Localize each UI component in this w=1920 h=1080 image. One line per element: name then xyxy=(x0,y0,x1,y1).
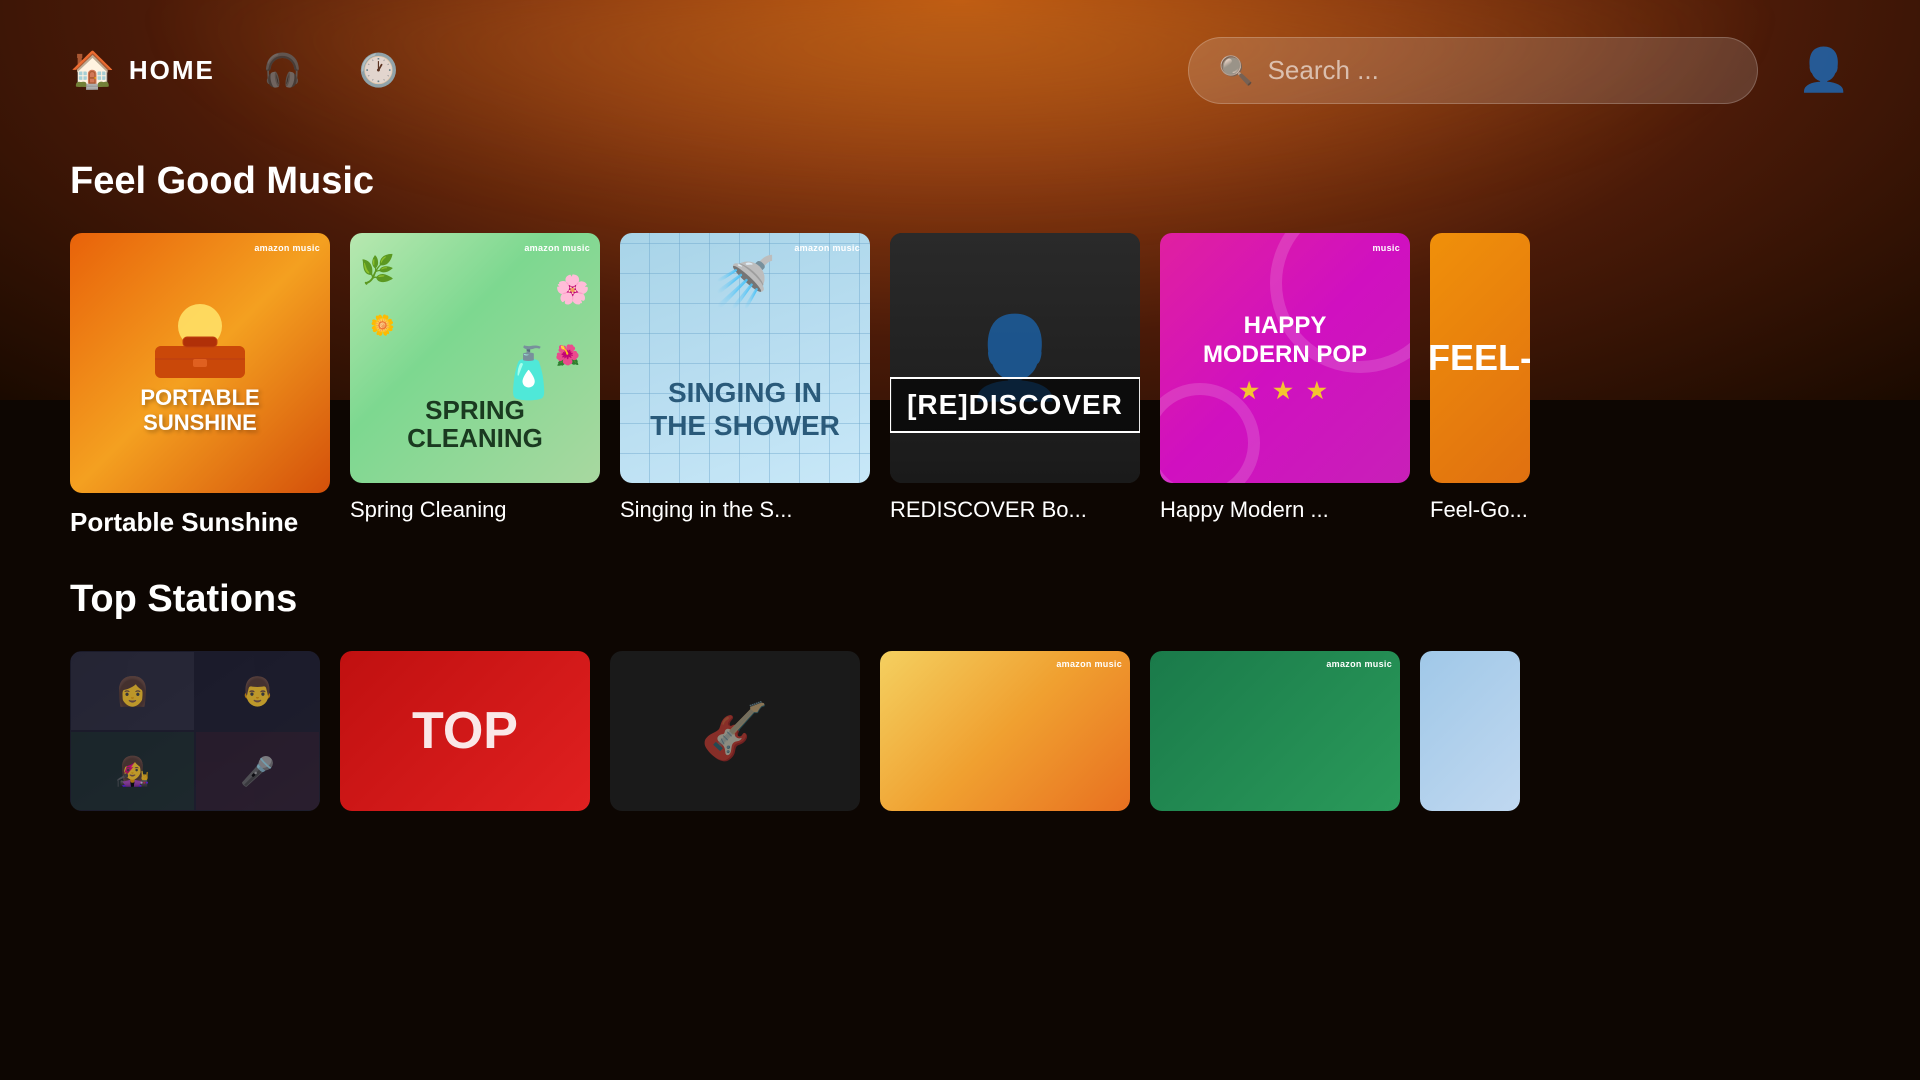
history-icon[interactable]: 🕐 xyxy=(351,43,407,97)
search-placeholder: Search ... xyxy=(1268,55,1379,86)
top-station-text: ToP xyxy=(412,701,518,761)
portable-sunshine-art xyxy=(135,291,265,381)
green-artwork: amazon music xyxy=(1150,651,1400,811)
card-image-singing-shower: amazon music 🚿 SINGING IN THE SHOWER xyxy=(620,233,870,483)
card-title-portable-sunshine: Portable Sunshine xyxy=(70,507,330,538)
station-image-warm: amazon music xyxy=(880,651,1130,811)
station-image-artist-collage: 👩 👨 👩‍🎤 🎤 xyxy=(70,651,320,811)
collage-cell-1: 👩 xyxy=(70,651,195,731)
card-spring-cleaning[interactable]: amazon music 🌿 🌸 🌼 🌺 🧴 SPRING CLEANING xyxy=(350,233,600,538)
happy-pop-text: HAPPY MODERN POP ★ ★ ★ xyxy=(1203,312,1367,404)
badge-portable-sunshine: amazon music xyxy=(254,243,320,255)
card-image-spring-cleaning: amazon music 🌿 🌸 🌼 🌺 🧴 SPRING CLEANING xyxy=(350,233,600,483)
profile-icon[interactable]: 👤 xyxy=(1798,46,1850,95)
collage-grid: 👩 👨 👩‍🎤 🎤 xyxy=(70,651,320,811)
card-feel-good-country[interactable]: FEEL- Feel-Go... xyxy=(1430,233,1530,538)
card-rediscover[interactable]: amazon music 👤 [RE]DISCOVER REDISCOVER B… xyxy=(890,233,1140,538)
station-card-dark-artist[interactable]: 🎸 xyxy=(610,651,860,811)
card-title-rediscover: REDISCOVER Bo... xyxy=(890,497,1140,523)
flower-3: 🌼 xyxy=(370,313,395,338)
card-portable-sunshine[interactable]: amazon music xyxy=(70,233,330,538)
flower-1: 🌿 xyxy=(360,253,395,286)
card-image-happy-pop: music HAPPY MODERN POP ★ ★ ★ xyxy=(1160,233,1410,483)
collage-cell-3: 👩‍🎤 xyxy=(70,731,195,811)
card-singing-shower[interactable]: amazon music 🚿 SINGING IN THE SHOWER Sin… xyxy=(620,233,870,538)
collage-cell-2: 👨 xyxy=(195,651,320,731)
card-image-portable-sunshine: amazon music xyxy=(70,233,330,493)
rediscover-badge: [RE]DISCOVER xyxy=(890,377,1140,433)
pop-stars: ★ ★ ★ xyxy=(1203,378,1367,404)
collage-cell-4: 🎤 xyxy=(195,731,320,811)
station-card-amazon-green[interactable]: amazon music xyxy=(1150,651,1400,811)
card-title-spring-cleaning: Spring Cleaning xyxy=(350,497,600,523)
station-card-blue[interactable] xyxy=(1420,651,1520,811)
dark-artist-icon: 🎸 xyxy=(701,699,769,764)
badge-shower: amazon music xyxy=(794,243,860,255)
rediscover-bg: 👤 xyxy=(890,233,1140,483)
search-bar[interactable]: 🔍 Search ... xyxy=(1188,37,1758,104)
badge-happy-pop: music xyxy=(1372,243,1400,255)
flower-2: 🌸 xyxy=(555,273,590,306)
card-happy-modern-pop[interactable]: music HAPPY MODERN POP ★ ★ ★ Happy Moder… xyxy=(1160,233,1410,538)
shower-head: 🚿 xyxy=(714,253,776,312)
card-title-singing-shower: Singing in the S... xyxy=(620,497,870,523)
portable-sunshine-text: PORTABLE SUNSHINE xyxy=(135,386,265,434)
feel-good-cards-row: amazon music xyxy=(70,233,1850,538)
top-stations-title: Top Stations xyxy=(70,578,1850,621)
home-nav-item[interactable]: 🏠 HOME xyxy=(70,49,215,91)
nav-left: 🏠 HOME 🎧 🕐 xyxy=(70,43,407,97)
headphones-icon[interactable]: 🎧 xyxy=(255,43,311,97)
station-card-warm[interactable]: amazon music xyxy=(880,651,1130,811)
station-card-top[interactable]: ToP xyxy=(340,651,590,811)
feel-good-text: FEEL- xyxy=(1430,337,1530,379)
search-icon: 🔍 xyxy=(1219,54,1254,87)
home-label: HOME xyxy=(129,55,215,86)
station-image-amazon-green: amazon music xyxy=(1150,651,1400,811)
feel-good-title: Feel Good Music xyxy=(70,160,1850,203)
card-image-rediscover: amazon music 👤 [RE]DISCOVER xyxy=(890,233,1140,483)
badge-warm: amazon music xyxy=(1056,659,1122,671)
shower-text: SINGING IN THE SHOWER xyxy=(650,376,840,443)
blue-artwork xyxy=(1420,651,1520,811)
card-title-feel-good: Feel-Go... xyxy=(1430,497,1530,523)
feel-good-section: Feel Good Music amazon music xyxy=(70,160,1850,538)
station-image-blue xyxy=(1420,651,1520,811)
header: 🏠 HOME 🎧 🕐 🔍 Search ... 👤 xyxy=(0,0,1920,140)
station-card-artist-collage[interactable]: 👩 👨 👩‍🎤 🎤 xyxy=(70,651,320,811)
card-title-happy-pop: Happy Modern ... xyxy=(1160,497,1410,523)
home-icon: 🏠 xyxy=(70,49,115,91)
top-stations-cards-row: 👩 👨 👩‍🎤 🎤 ToP xyxy=(70,651,1850,811)
main-content: Feel Good Music amazon music xyxy=(0,140,1920,871)
top-stations-section: Top Stations 👩 👨 👩‍🎤 🎤 xyxy=(70,578,1850,811)
badge-green: amazon music xyxy=(1326,659,1392,671)
station-image-top: ToP xyxy=(340,651,590,811)
spring-cleaning-text: SPRING CLEANING xyxy=(363,396,588,453)
card-image-feel-good: FEEL- xyxy=(1430,233,1530,483)
station-image-dark-artist: 🎸 xyxy=(610,651,860,811)
badge-spring-cleaning: amazon music xyxy=(524,243,590,255)
warm-artwork: amazon music xyxy=(880,651,1130,811)
